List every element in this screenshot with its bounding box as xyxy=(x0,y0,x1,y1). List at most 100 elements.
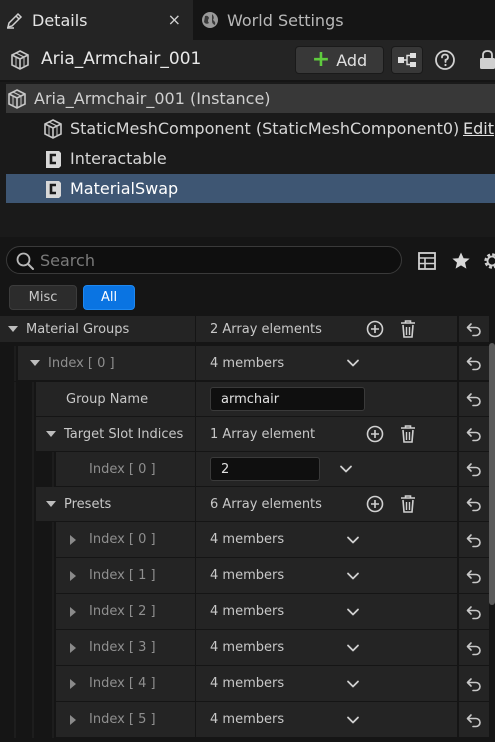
property-value[interactable]: 4 members xyxy=(196,594,457,629)
indent-guide xyxy=(14,487,16,522)
search-input[interactable] xyxy=(40,249,380,271)
property-name[interactable]: Index [ 3 ] xyxy=(56,630,195,665)
trash-icon[interactable] xyxy=(399,319,417,339)
reset-icon xyxy=(466,712,482,728)
trash-icon[interactable] xyxy=(399,494,417,514)
tab-world-settings[interactable]: World Settings xyxy=(195,0,495,40)
property-name[interactable]: Index [ 4 ] xyxy=(56,666,195,701)
collapsed-arrow-icon[interactable] xyxy=(66,605,80,619)
property-value[interactable]: 4 members xyxy=(196,666,457,701)
property-name[interactable]: Index [ 5 ] xyxy=(56,702,195,737)
expand-arrow-icon[interactable] xyxy=(44,497,58,511)
add-component-button[interactable]: + Add xyxy=(295,46,384,74)
reset-to-default[interactable] xyxy=(459,346,489,380)
filter-all-button[interactable]: All xyxy=(83,285,135,310)
property-row-preset-1: Index [ 1 ] 4 members xyxy=(0,558,495,594)
property-row-preset-0: Index [ 0 ] 4 members xyxy=(0,522,495,558)
property-value[interactable]: 4 members xyxy=(196,630,457,665)
reset-to-default[interactable] xyxy=(459,702,489,737)
filter-misc-button[interactable]: Misc xyxy=(9,285,77,310)
property-name: Group Name xyxy=(36,382,195,416)
indent-guide xyxy=(14,417,16,452)
property-label: Group Name xyxy=(66,391,149,407)
indent-guide xyxy=(32,417,34,452)
cpp-class-icon xyxy=(42,148,64,170)
component-material-swap[interactable]: MaterialSwap xyxy=(6,174,495,203)
property-value: 2 Array elements xyxy=(196,316,457,342)
close-icon[interactable]: × xyxy=(168,10,181,29)
chevron-down-icon[interactable] xyxy=(346,570,360,582)
reset-to-default[interactable] xyxy=(459,630,489,665)
expand-arrow-icon[interactable] xyxy=(6,322,20,336)
reset-to-default[interactable] xyxy=(459,417,489,451)
cube-icon xyxy=(42,118,64,140)
add-element-icon[interactable] xyxy=(366,320,384,338)
component-static-mesh[interactable]: StaticMeshComponent (StaticMeshComponent… xyxy=(6,114,495,143)
collapsed-arrow-icon[interactable] xyxy=(66,641,80,655)
tab-bar: Details × World Settings xyxy=(0,0,495,40)
property-row-preset-5: Index [ 5 ] 4 members xyxy=(0,702,495,738)
reset-to-default[interactable] xyxy=(459,382,489,416)
property-value: 6 Array elements xyxy=(196,487,457,521)
property-label: Material Groups xyxy=(26,321,130,337)
reset-to-default[interactable] xyxy=(459,316,489,342)
property-value[interactable]: 4 members xyxy=(196,522,457,557)
edit-link[interactable]: Edit xyxy=(463,119,494,138)
property-name[interactable]: Index [ 2 ] xyxy=(56,594,195,629)
property-label: Index [ 0 ] xyxy=(48,355,115,371)
indent-guide xyxy=(32,382,34,417)
component-root[interactable]: Aria_Armchair_001 (Instance) xyxy=(6,84,495,113)
chevron-down-icon[interactable] xyxy=(346,357,360,369)
chevron-down-icon[interactable] xyxy=(346,714,360,726)
component-interactable[interactable]: Interactable xyxy=(6,144,495,173)
lock-icon[interactable] xyxy=(472,48,495,72)
indent-guide xyxy=(52,452,54,487)
property-value[interactable]: 4 members xyxy=(196,558,457,593)
property-name[interactable]: Target Slot Indices xyxy=(36,417,195,451)
property-name[interactable]: Index [ 0 ] xyxy=(56,522,195,557)
property-row-index-0: Index [ 0 ] 4 members xyxy=(0,346,495,381)
property-name[interactable]: Index [ 1 ] xyxy=(56,558,195,593)
property-name[interactable]: Presets xyxy=(36,487,195,521)
reset-to-default[interactable] xyxy=(459,594,489,629)
pencil-icon xyxy=(4,9,26,31)
add-element-icon[interactable] xyxy=(366,425,384,443)
collapsed-arrow-icon[interactable] xyxy=(66,713,80,727)
help-icon[interactable] xyxy=(433,48,457,72)
chevron-down-icon[interactable] xyxy=(339,463,353,475)
chevron-down-icon[interactable] xyxy=(346,606,360,618)
property-label: Index [ 0 ] xyxy=(89,532,156,547)
property-value[interactable]: 4 members xyxy=(196,346,457,380)
scrollbar[interactable] xyxy=(489,343,495,605)
star-icon[interactable] xyxy=(451,251,471,271)
collapsed-arrow-icon[interactable] xyxy=(66,569,80,583)
collapsed-arrow-icon[interactable] xyxy=(66,677,80,691)
reset-to-default[interactable] xyxy=(459,452,489,486)
reset-icon xyxy=(466,461,482,477)
property-value[interactable]: 4 members xyxy=(196,702,457,737)
expand-arrow-icon[interactable] xyxy=(44,427,58,441)
add-element-icon[interactable] xyxy=(366,495,384,513)
gear-icon[interactable] xyxy=(481,250,495,272)
table-view-icon[interactable] xyxy=(417,251,437,271)
blueprint-button[interactable] xyxy=(391,46,423,74)
actor-name[interactable]: Aria_Armchair_001 xyxy=(41,49,201,69)
reset-to-default[interactable] xyxy=(459,487,489,521)
expand-arrow-icon[interactable] xyxy=(28,356,42,370)
property-label: Target Slot Indices xyxy=(64,426,184,442)
indent-guide xyxy=(14,452,16,487)
chevron-down-icon[interactable] xyxy=(346,678,360,690)
reset-to-default[interactable] xyxy=(459,522,489,557)
slot-index-input[interactable] xyxy=(210,457,320,481)
property-name[interactable]: Index [ 0 ] xyxy=(18,346,195,380)
property-label: Presets xyxy=(64,496,112,512)
collapsed-arrow-icon[interactable] xyxy=(66,533,80,547)
tab-details[interactable]: Details × xyxy=(0,0,193,40)
chevron-down-icon[interactable] xyxy=(346,534,360,546)
chevron-down-icon[interactable] xyxy=(346,642,360,654)
trash-icon[interactable] xyxy=(399,424,417,444)
property-name[interactable]: Material Groups xyxy=(0,316,195,342)
reset-to-default[interactable] xyxy=(459,558,489,593)
group-name-input[interactable] xyxy=(210,387,365,411)
reset-to-default[interactable] xyxy=(459,666,489,701)
